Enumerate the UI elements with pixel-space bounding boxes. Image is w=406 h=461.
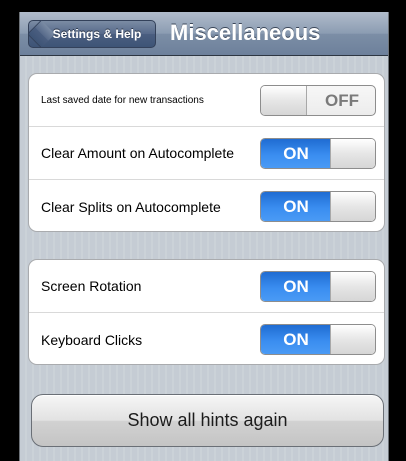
row-label-clear-splits: Clear Splits on Autocomplete [41,198,221,215]
toggle-knob [330,139,375,168]
row-clear-splits: Clear Splits on Autocomplete ON [29,180,384,231]
screen-rotation-toggle[interactable]: ON [260,271,376,302]
clear-amount-toggle[interactable]: ON [260,138,376,169]
navigation-bar: Settings & Help Miscellaneous [20,12,388,56]
toggle-knob [261,86,307,115]
toggle-off-label: OFF [325,90,359,110]
row-screen-rotation: Screen Rotation ON [29,260,384,313]
toggle-on-label: ON [261,192,331,221]
toggle-on-label: ON [261,139,331,168]
toggle-knob [330,325,375,354]
row-label-keyboard-clicks: Keyboard Clicks [41,331,143,348]
show-all-hints-button[interactable]: Show all hints again [31,394,384,447]
back-arrow-icon [26,19,56,49]
keyboard-clicks-toggle[interactable]: ON [260,324,376,355]
row-label-last-saved-date: Last saved date for new transactions [41,94,204,106]
settings-group-device: Screen Rotation ON Keyboard Clicks ON [28,259,385,365]
row-last-saved-date: Last saved date for new transactions OFF [29,74,384,127]
row-keyboard-clicks: Keyboard Clicks ON [29,313,384,364]
miscellaneous-screen: Settings & Help Miscellaneous Last saved… [19,12,389,461]
toggle-knob [330,192,375,221]
row-clear-amount: Clear Amount on Autocomplete ON [29,127,384,180]
toggle-on-label: ON [261,272,331,301]
last-saved-date-toggle[interactable]: OFF [260,85,376,116]
row-label-screen-rotation: Screen Rotation [41,278,142,294]
toggle-on-label: ON [261,325,331,354]
toggle-knob [330,272,375,301]
row-label-clear-amount: Clear Amount on Autocomplete [41,145,235,161]
clear-splits-toggle[interactable]: ON [260,191,376,222]
settings-group-transactions: Last saved date for new transactions OFF… [28,73,385,232]
page-title: Miscellaneous [170,20,321,45]
back-button-label: Settings & Help [52,27,142,41]
back-button-settings-help[interactable]: Settings & Help [26,19,156,49]
